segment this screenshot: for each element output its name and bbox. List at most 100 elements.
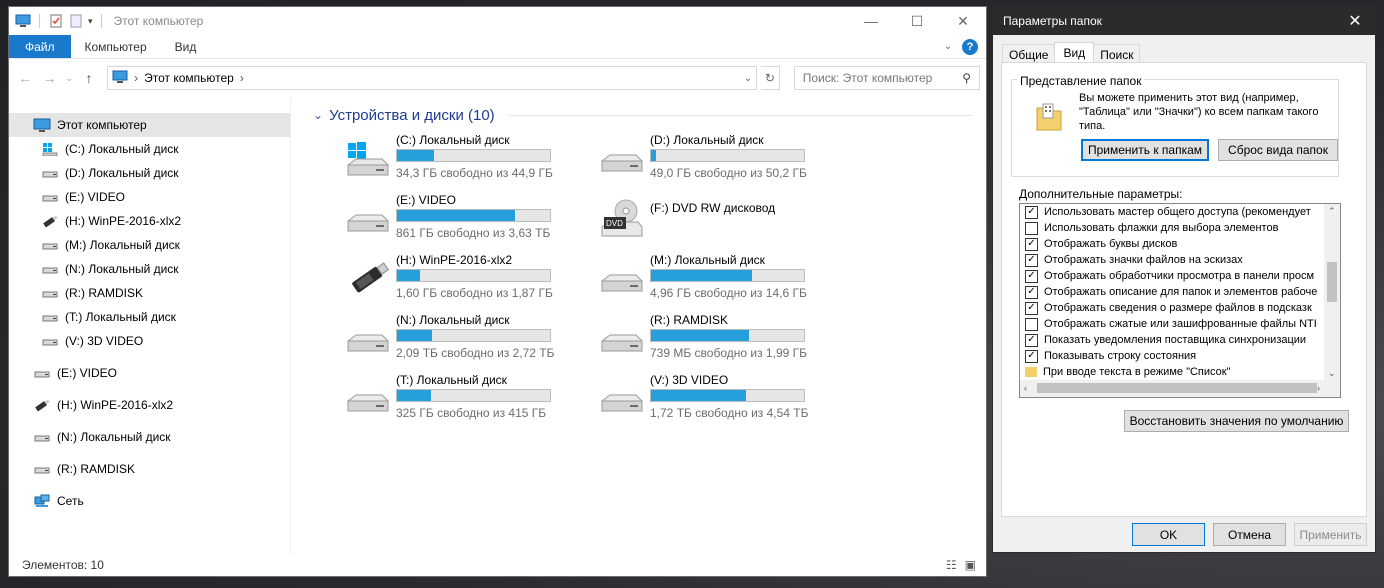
drive-tile[interactable]: (M:) Локальный диск 4,96 ГБ свободно из 1…	[600, 253, 860, 313]
new-folder-icon[interactable]	[68, 14, 84, 28]
help-icon[interactable]: ?	[962, 38, 978, 55]
nav-item[interactable]: (E:) VIDEO	[9, 185, 290, 209]
option-item[interactable]: ✓ Отображать буквы дисков	[1020, 236, 1340, 252]
customize-qat-icon[interactable]: ▾	[88, 16, 93, 27]
nav-item[interactable]: (R:) RAMDISK	[9, 281, 290, 305]
drive-usage-fill	[397, 270, 420, 281]
ok-button[interactable]: OK	[1132, 523, 1205, 546]
scroll-down-icon[interactable]: ⌄	[1328, 368, 1336, 379]
checkbox[interactable]: ✓	[1025, 253, 1038, 267]
tab-view[interactable]: Вид	[1054, 42, 1095, 64]
address-bar[interactable]: › Этот компьютер › ⌄	[107, 66, 758, 90]
checkbox[interactable]: ✓	[1025, 237, 1038, 251]
checkbox[interactable]: ✓	[1025, 205, 1038, 219]
nav-item[interactable]: (R:) RAMDISK	[9, 457, 290, 481]
restore-defaults-button[interactable]: Восстановить значения по умолчанию	[1124, 410, 1349, 432]
reset-folders-button[interactable]: Сброс вида папок	[1218, 139, 1338, 161]
close-icon[interactable]: ✕	[1335, 11, 1375, 31]
checkbox[interactable]: ✓	[1025, 301, 1038, 315]
tab-file[interactable]: Файл	[9, 35, 71, 58]
up-button[interactable]: ↑	[79, 67, 99, 89]
checkbox[interactable]: ✓	[1025, 269, 1038, 283]
maximize-button[interactable]: ☐	[894, 7, 940, 35]
checkbox[interactable]: ✓	[1025, 333, 1038, 347]
nav-item[interactable]: Этот компьютер	[9, 113, 290, 137]
forward-button[interactable]: →	[39, 67, 59, 89]
checkbox[interactable]	[1025, 221, 1038, 235]
option-item[interactable]: ✓ Использовать мастер общего доступа (рек…	[1020, 204, 1340, 220]
tab-computer[interactable]: Компьютер	[71, 35, 161, 58]
cancel-button[interactable]: Отмена	[1213, 523, 1286, 546]
nav-item[interactable]: (C:) Локальный диск	[9, 137, 290, 161]
nav-item[interactable]: (N:) Локальный диск	[9, 425, 290, 449]
scroll-left-icon[interactable]: ‹	[1024, 383, 1027, 393]
tab-view[interactable]: Вид	[161, 35, 211, 58]
drive-tile[interactable]: (C:) Локальный диск 34,3 ГБ свободно из 4…	[346, 133, 606, 193]
drive-tile[interactable]: (D:) Локальный диск 49,0 ГБ свободно из 5…	[600, 133, 860, 193]
breadcrumb-chevron-icon[interactable]: ›	[240, 71, 244, 85]
nav-item[interactable]: (V:) 3D VIDEO	[9, 329, 290, 353]
drive-tile[interactable]: (N:) Локальный диск 2,09 ТБ свободно из 2…	[346, 313, 606, 373]
nav-item[interactable]: (T:) Локальный диск	[9, 305, 290, 329]
recent-locations-button[interactable]: ⌄	[64, 67, 75, 89]
option-item[interactable]: Использовать флажки для выбора элементов	[1020, 220, 1340, 236]
nav-item[interactable]: (D:) Локальный диск	[9, 161, 290, 185]
window-title: Этот компьютер	[113, 14, 204, 28]
drive-tile[interactable]: (H:) WinPE-2016-xlx2 1,60 ГБ свободно из …	[346, 253, 606, 313]
search-input[interactable]: Поиск: Этот компьютер ⚲	[793, 66, 980, 90]
option-item[interactable]: ✓ Отображать значки файлов на эскизах	[1020, 252, 1340, 268]
expand-ribbon-icon[interactable]: ⌄	[944, 41, 952, 52]
option-item[interactable]: Отображать сжатые или зашифрованные файл…	[1020, 316, 1340, 332]
drive-icon	[346, 199, 390, 239]
nav-item[interactable]: (N:) Локальный диск	[9, 257, 290, 281]
vertical-scrollbar[interactable]: ⌃ ⌄	[1324, 204, 1340, 381]
close-button[interactable]: ✕	[940, 7, 986, 35]
option-item[interactable]: При вводе текста в режиме "Список"	[1020, 364, 1340, 380]
nav-item[interactable]: Сеть	[9, 489, 290, 513]
search-placeholder: Поиск: Этот компьютер	[802, 71, 933, 85]
apply-button[interactable]: Применить	[1294, 523, 1367, 546]
nav-item-label: (R:) RAMDISK	[65, 286, 143, 300]
checkbox[interactable]: ✓	[1025, 349, 1038, 363]
refresh-button[interactable]: ↻	[761, 66, 780, 90]
nav-item[interactable]: (H:) WinPE-2016-xlx2	[9, 393, 290, 417]
drive-tile[interactable]: (E:) VIDEO 861 ГБ свободно из 3,63 ТБ	[346, 193, 606, 253]
scrollbar-thumb[interactable]	[1327, 262, 1337, 302]
nav-item[interactable]: (H:) WinPE-2016-xlx2	[9, 209, 290, 233]
checkbox[interactable]: ✓	[1025, 285, 1038, 299]
properties-icon[interactable]	[48, 14, 64, 28]
option-item[interactable]: ✓ Показать уведомления поставщика синхрон…	[1020, 332, 1340, 348]
usb-icon	[346, 259, 390, 299]
large-icons-view-icon[interactable]: ▣	[965, 558, 976, 572]
horizontal-scrollbar[interactable]: ‹ ›	[1020, 380, 1340, 397]
option-item[interactable]: ✓ Отображать обработчики просмотра в пане…	[1020, 268, 1340, 284]
option-item[interactable]: ✓ Отображать описание для папок и элемент…	[1020, 284, 1340, 300]
apply-to-folders-button[interactable]: Применить к папкам	[1081, 139, 1209, 161]
details-view-icon[interactable]: ☷	[946, 558, 957, 572]
checkbox[interactable]	[1025, 317, 1038, 331]
scrollbar-thumb[interactable]	[1037, 383, 1317, 393]
drive-tile[interactable]: (R:) RAMDISK 739 МБ свободно из 1,99 ГБ	[600, 313, 860, 373]
back-button[interactable]: ←	[15, 67, 35, 89]
drive-tile[interactable]: (V:) 3D VIDEO 1,72 ТБ свободно из 4,54 ТБ	[600, 373, 860, 433]
collapse-chevron-icon[interactable]: ⌄	[313, 108, 323, 122]
address-dropdown-icon[interactable]: ⌄	[744, 73, 752, 84]
drive-tile[interactable]: (T:) Локальный диск 325 ГБ свободно из 41…	[346, 373, 606, 433]
nav-item[interactable]: (E:) VIDEO	[9, 361, 290, 385]
scroll-up-icon[interactable]: ⌃	[1328, 206, 1336, 217]
drive-tile[interactable]: DVD (F:) DVD RW дисковод	[600, 193, 860, 253]
breadcrumb[interactable]: Этот компьютер	[144, 71, 234, 85]
nav-item-label: (N:) Локальный диск	[57, 430, 171, 444]
option-item[interactable]: ✓ Отображать сведения о размере файлов в …	[1020, 300, 1340, 316]
folder-view-description: Вы можете применить этот вид (например, …	[1079, 92, 1319, 132]
advanced-settings-list[interactable]: ✓ Использовать мастер общего доступа (рек…	[1019, 203, 1341, 398]
scroll-right-icon[interactable]: ›	[1317, 383, 1320, 393]
option-label: Показать уведомления поставщика синхрони…	[1044, 334, 1307, 346]
breadcrumb-chevron-icon[interactable]: ›	[134, 71, 138, 85]
option-item[interactable]: ✓ Показывать строку состояния	[1020, 348, 1340, 364]
group-header[interactable]: ⌄ Устройства и диски (10)	[313, 105, 986, 125]
quick-access-toolbar: ▾	[9, 14, 106, 28]
nav-item[interactable]: (M:) Локальный диск	[9, 233, 290, 257]
drive-usage-fill	[651, 150, 656, 161]
minimize-button[interactable]: —	[848, 7, 894, 35]
